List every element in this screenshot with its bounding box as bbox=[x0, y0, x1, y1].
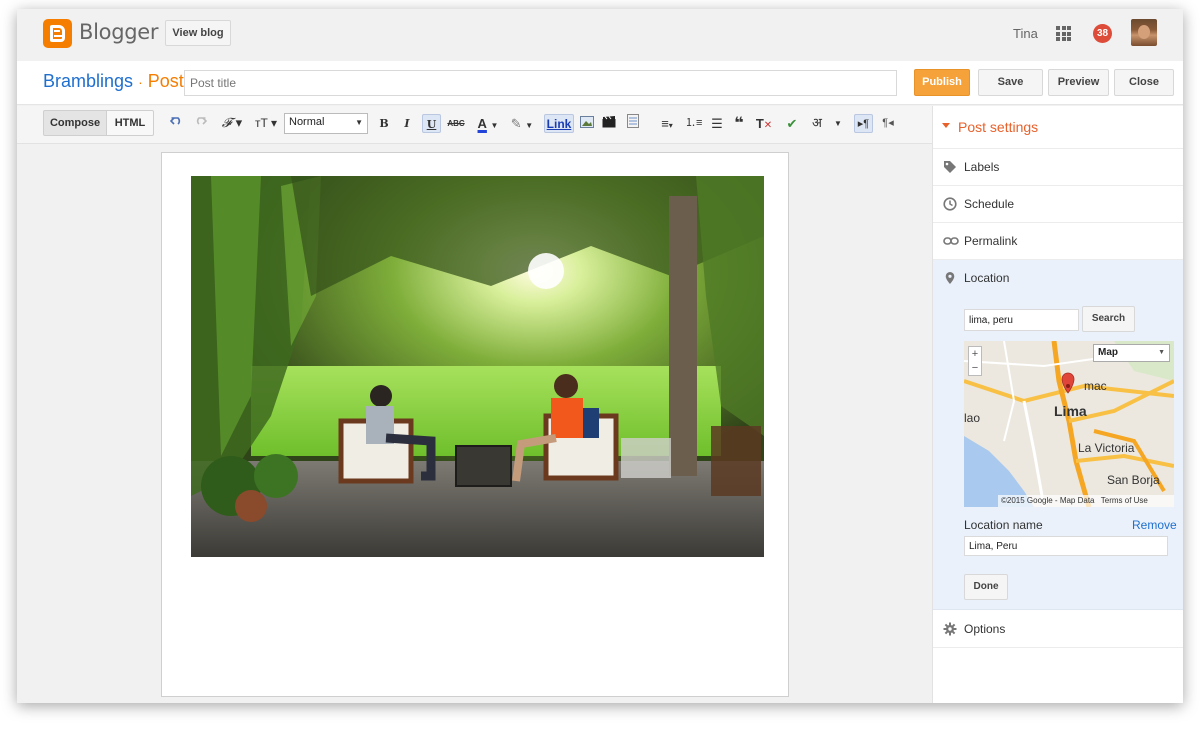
map-type-select[interactable]: Map ▼ bbox=[1093, 344, 1170, 362]
map-label-san-borja: San Borja bbox=[1107, 473, 1160, 487]
location-search-input[interactable] bbox=[964, 309, 1079, 331]
sidebar-item-options[interactable]: Options bbox=[933, 611, 1183, 648]
text-color-icon[interactable]: A ▼ bbox=[475, 114, 501, 133]
tag-icon bbox=[944, 161, 956, 173]
brand-name: Blogger bbox=[79, 20, 159, 44]
font-size-value: Normal bbox=[289, 116, 325, 128]
redo-icon[interactable] bbox=[192, 114, 208, 133]
map-label-lima: Lima bbox=[1054, 403, 1087, 419]
undo-icon[interactable] bbox=[169, 114, 185, 133]
publish-button[interactable]: Publish bbox=[914, 69, 970, 96]
breadcrumb: Bramblings · Post bbox=[43, 71, 184, 92]
location-search-button[interactable]: Search bbox=[1082, 306, 1135, 332]
post-settings-sidebar: Post settings Labels Schedule Permalink … bbox=[932, 106, 1183, 703]
location-name-label: Location name bbox=[964, 518, 1043, 532]
post-settings-header[interactable]: Post settings bbox=[933, 106, 1183, 149]
done-button[interactable]: Done bbox=[964, 574, 1008, 600]
insert-video-icon[interactable] bbox=[601, 114, 617, 133]
insert-image-icon[interactable] bbox=[579, 114, 595, 133]
save-button[interactable]: Save bbox=[978, 69, 1043, 96]
underline-icon[interactable]: U bbox=[422, 114, 441, 133]
map-zoom-control[interactable]: + − bbox=[968, 346, 982, 376]
map-label-lao: lao bbox=[964, 411, 981, 425]
post-title-input[interactable] bbox=[184, 70, 897, 96]
location-name-input[interactable] bbox=[964, 536, 1168, 556]
italic-icon[interactable]: I bbox=[400, 114, 414, 133]
map-type-value: Map bbox=[1098, 347, 1118, 358]
zoom-out-icon[interactable]: − bbox=[969, 361, 981, 375]
editor-area bbox=[17, 144, 932, 703]
map-label-la-victoria: La Victoria bbox=[1078, 441, 1135, 455]
apps-grid-icon[interactable] bbox=[1056, 26, 1071, 41]
blog-name-link[interactable]: Bramblings bbox=[43, 71, 133, 91]
zoom-in-icon[interactable]: + bbox=[969, 347, 981, 361]
font-family-icon[interactable]: 𝓕 ▾ bbox=[220, 114, 244, 133]
sidebar-item-permalink[interactable]: Permalink bbox=[933, 223, 1183, 260]
map-label-mac: mac bbox=[1084, 379, 1107, 393]
labels-label: Labels bbox=[964, 160, 1000, 174]
text-size-icon[interactable]: тT ▾ bbox=[253, 114, 279, 133]
font-size-select[interactable]: Normal ▼ bbox=[284, 113, 368, 134]
page-title: Post bbox=[147, 71, 184, 91]
post-header: Bramblings · Post Publish Save Preview C… bbox=[17, 61, 1183, 105]
input-tools-dropdown-icon[interactable]: ▼ bbox=[832, 114, 844, 133]
caret-down-icon bbox=[942, 123, 950, 128]
remove-location-link[interactable]: Remove bbox=[1132, 518, 1177, 532]
bold-icon[interactable]: B bbox=[377, 114, 391, 133]
location-panel: Location Search bbox=[933, 260, 1183, 610]
post-settings-label: Post settings bbox=[958, 119, 1039, 135]
permalink-label: Permalink bbox=[964, 234, 1018, 248]
options-label: Options bbox=[964, 622, 1006, 636]
ltr-icon[interactable]: ▸¶ bbox=[854, 114, 873, 133]
numbered-list-icon[interactable]: ⒈≡ bbox=[685, 114, 702, 133]
schedule-label: Schedule bbox=[964, 197, 1015, 211]
avatar[interactable] bbox=[1131, 19, 1157, 46]
map-data-credit: ©2015 Google - Map Data bbox=[1001, 496, 1095, 505]
quote-icon[interactable]: ❝ bbox=[731, 114, 747, 133]
editor-page[interactable] bbox=[161, 152, 789, 697]
html-mode-button[interactable]: HTML bbox=[106, 110, 154, 136]
notification-badge[interactable]: 38 bbox=[1093, 24, 1112, 43]
view-blog-button[interactable]: View blog bbox=[165, 20, 231, 46]
remove-formatting-icon[interactable]: T✕ bbox=[755, 114, 773, 133]
gear-icon bbox=[943, 622, 957, 636]
align-icon[interactable]: ≡▾ bbox=[654, 114, 680, 133]
top-bar: Blogger View blog Tina 38 bbox=[17, 9, 1183, 61]
strikethrough-icon[interactable]: ABC bbox=[447, 114, 465, 133]
clock-icon bbox=[943, 197, 957, 211]
rtl-icon[interactable]: ¶◂ bbox=[879, 114, 897, 133]
link-icon bbox=[943, 237, 959, 245]
user-name[interactable]: Tina bbox=[1013, 26, 1038, 41]
link-button[interactable]: Link bbox=[544, 114, 574, 133]
sidebar-item-schedule[interactable]: Schedule bbox=[933, 186, 1183, 223]
preview-button[interactable]: Preview bbox=[1048, 69, 1109, 96]
blogger-logo-icon[interactable] bbox=[43, 19, 72, 48]
blogger-window: Blogger View blog Tina 38 Bramblings · P… bbox=[17, 9, 1183, 703]
location-map[interactable]: + − Map ▼ Lima La Victoria San Borja lao m… bbox=[964, 341, 1174, 507]
highlight-color-icon[interactable]: ✎ ▼ bbox=[509, 114, 535, 133]
close-button[interactable]: Close bbox=[1114, 69, 1174, 96]
editor-toolbar: Compose HTML 𝓕 ▾ тT ▾ Normal ▼ B I U ABC… bbox=[17, 106, 932, 144]
spellcheck-icon[interactable]: ✔ bbox=[783, 114, 801, 133]
breadcrumb-separator: · bbox=[138, 74, 143, 90]
bulleted-list-icon[interactable]: ☰ bbox=[709, 114, 725, 133]
post-photo[interactable] bbox=[191, 176, 764, 557]
input-tools-icon[interactable]: अ bbox=[808, 114, 826, 133]
compose-mode-button[interactable]: Compose bbox=[43, 110, 107, 136]
map-credit: ©2015 Google - Map Data Terms of Use bbox=[998, 495, 1174, 507]
insert-jump-break-icon[interactable] bbox=[625, 114, 641, 133]
sidebar-item-labels[interactable]: Labels bbox=[933, 149, 1183, 186]
map-pin-icon bbox=[945, 272, 955, 284]
sidebar-item-location[interactable]: Location bbox=[933, 260, 1183, 297]
location-label: Location bbox=[964, 271, 1010, 285]
map-terms-link[interactable]: Terms of Use bbox=[1101, 496, 1148, 505]
